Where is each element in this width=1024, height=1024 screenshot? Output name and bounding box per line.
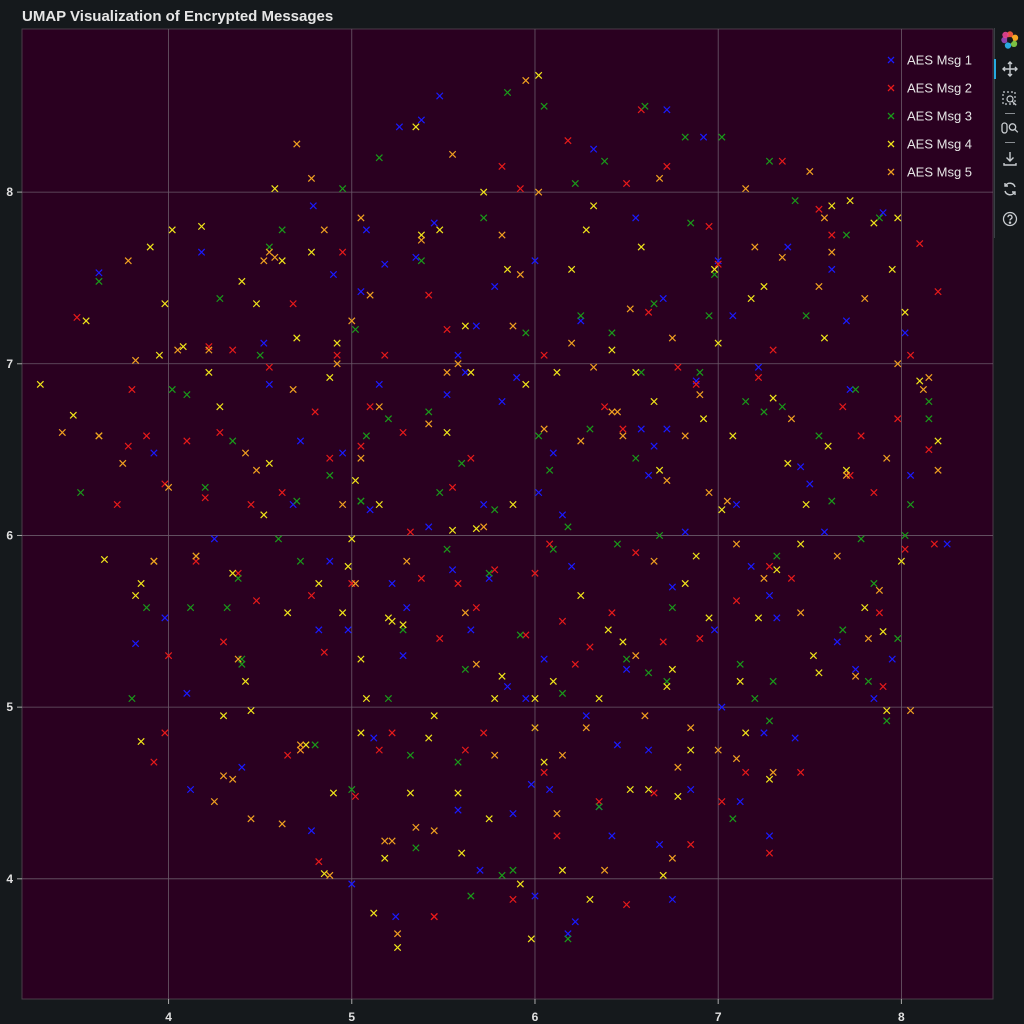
legend-label: AES Msg 2 bbox=[907, 81, 972, 96]
x-tick-label: 5 bbox=[348, 1010, 355, 1024]
legend-label: AES Msg 1 bbox=[907, 53, 972, 68]
toolbar-separator bbox=[1005, 113, 1015, 114]
y-tick-label: 5 bbox=[6, 700, 13, 714]
reset-icon[interactable] bbox=[998, 177, 1022, 201]
legend-label: AES Msg 4 bbox=[907, 137, 972, 152]
y-tick-label: 7 bbox=[6, 357, 13, 371]
pan-icon[interactable] bbox=[994, 57, 1022, 81]
x-tick-label: 7 bbox=[715, 1010, 722, 1024]
plot-toolbar bbox=[994, 28, 1024, 238]
save-icon[interactable] bbox=[998, 147, 1022, 171]
x-tick-label: 6 bbox=[532, 1010, 539, 1024]
y-tick-label: 8 bbox=[6, 185, 13, 199]
bokeh-logo-icon[interactable] bbox=[998, 28, 1022, 52]
scatter-plot[interactable]: 4 5 6 7 8 4 5 6 7 8 AES Msg 1 AES Msg 2 AES Msg 3 AE… bbox=[0, 0, 994, 1024]
y-tick-label: 6 bbox=[6, 528, 13, 542]
x-tick-label: 8 bbox=[898, 1010, 905, 1024]
help-icon[interactable] bbox=[998, 207, 1022, 231]
box-zoom-icon[interactable] bbox=[998, 87, 1022, 111]
legend-label: AES Msg 3 bbox=[907, 109, 972, 124]
y-tick-label: 4 bbox=[6, 872, 13, 886]
legend-label: AES Msg 5 bbox=[907, 165, 972, 180]
toolbar-separator bbox=[1005, 142, 1015, 143]
x-tick-label: 4 bbox=[165, 1010, 172, 1024]
page: UMAP Visualization of Encrypted Messages… bbox=[0, 0, 1024, 1024]
wheel-zoom-icon[interactable] bbox=[998, 116, 1022, 140]
plot-area[interactable] bbox=[21, 28, 994, 1000]
